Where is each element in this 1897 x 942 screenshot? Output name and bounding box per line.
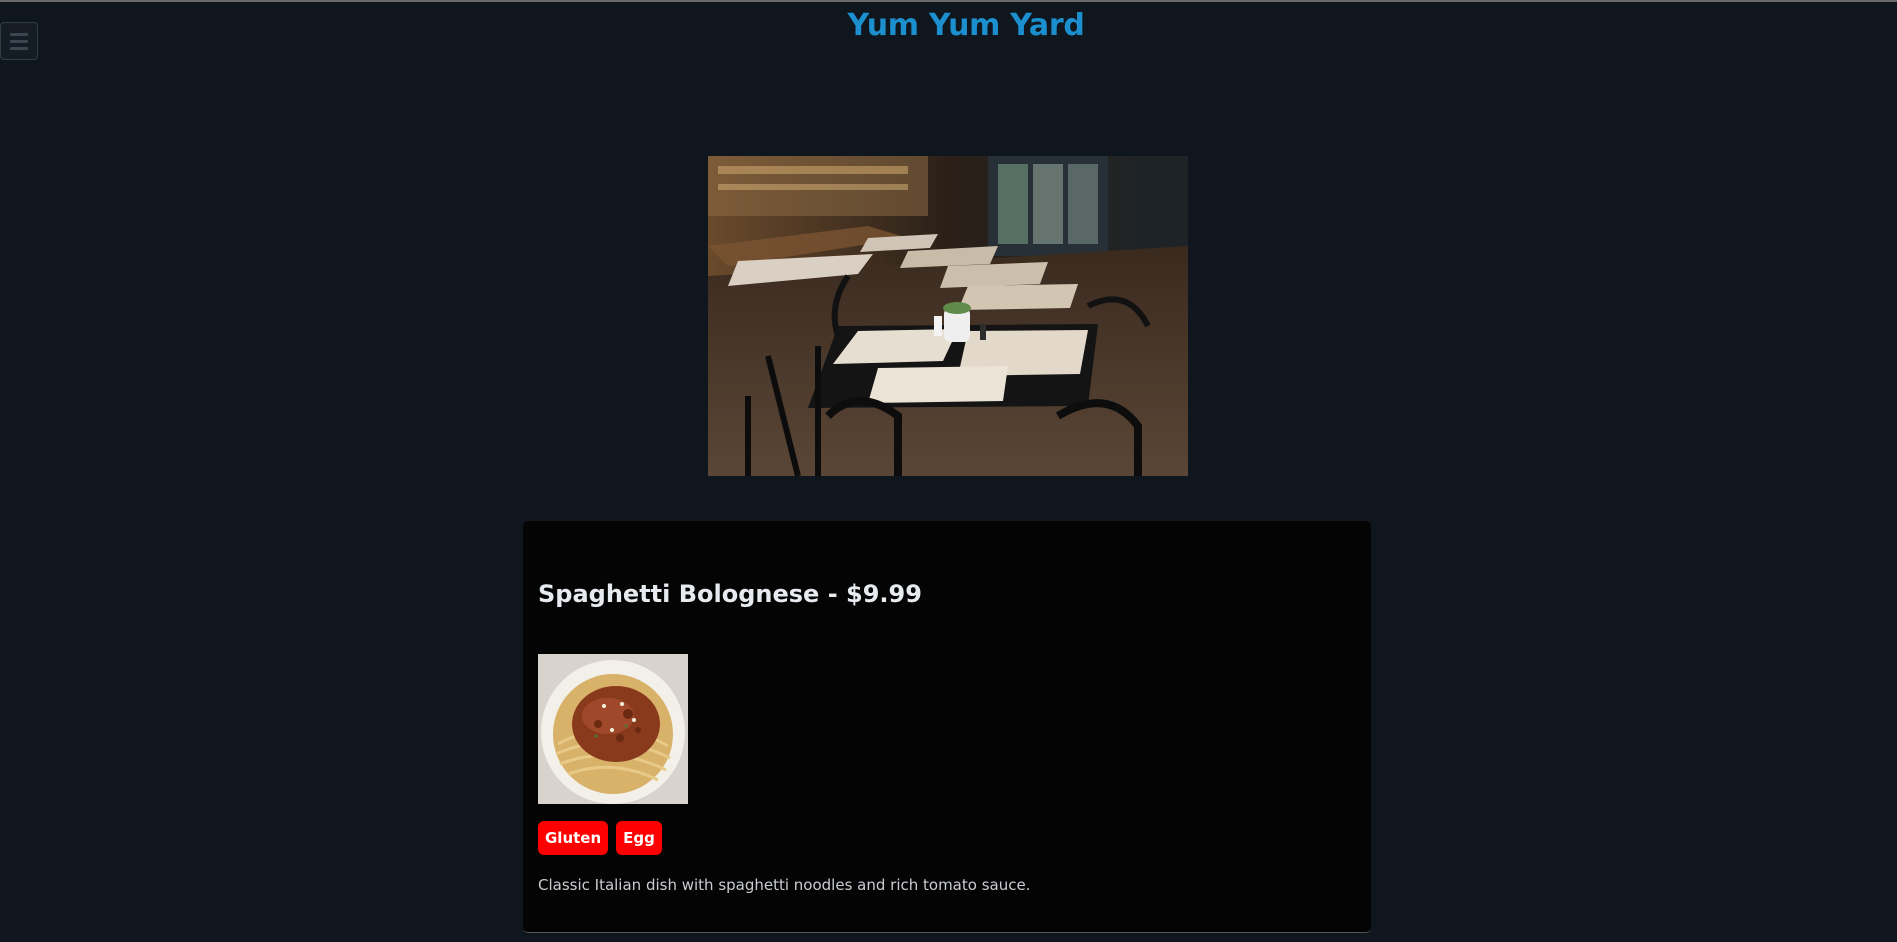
spaghetti-photo (538, 654, 688, 804)
allergen-tags: Gluten Egg (538, 821, 662, 855)
site-title: Yum Yum Yard (847, 8, 1085, 43)
allergen-tag-egg: Egg (616, 821, 662, 855)
menu-item-description: Classic Italian dish with spaghetti nood… (538, 876, 1031, 894)
menu-item-card: Spaghetti Bolognese - $9.99 Gluten Egg C… (523, 521, 1371, 933)
menu-item-title: Spaghetti Bolognese - $9.99 (538, 580, 922, 608)
top-border (0, 0, 1897, 2)
restaurant-hero-image (708, 156, 1188, 476)
allergen-tag-gluten: Gluten (538, 821, 609, 855)
